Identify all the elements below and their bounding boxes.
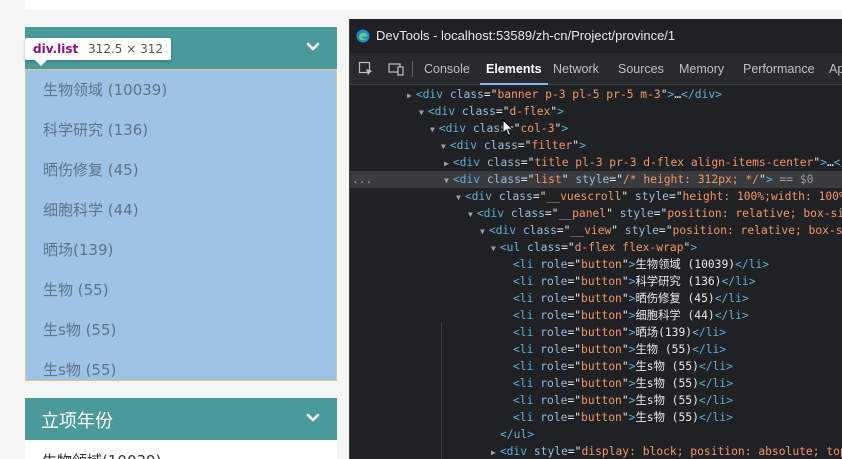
dom-node-markup: ▼ <div class="__vuescroll" style="height:… <box>456 190 842 203</box>
inspect-element-icon[interactable] <box>358 61 374 77</box>
collapse-triangle-icon[interactable]: ▼ <box>491 244 496 253</box>
dom-node[interactable]: ▼ <div class="d-flex"> <box>350 103 842 120</box>
dom-node-markup: </ul> <box>500 428 535 441</box>
dom-node[interactable]: ▼ <div class="__panel" style="position: r… <box>350 205 842 222</box>
dom-node[interactable]: <li role="button">生物 (55)</li> <box>350 341 842 358</box>
year-panel-title: 立项年份 <box>41 411 113 432</box>
list-item[interactable]: 生物领域(10039) <box>42 450 161 459</box>
dom-node-markup: <li role="button">生物 (55)</li> <box>513 343 727 356</box>
dom-node[interactable]: ▼ <ul class="d-flex flex-wrap"> <box>350 239 842 256</box>
edge-logo-icon <box>356 29 370 43</box>
dom-node[interactable]: <li role="button">生s物 (55)</li> <box>350 392 842 409</box>
dom-node-markup: <li role="button">晒场(139)</li> <box>513 326 727 339</box>
dom-node-markup: ▶ <div class="banner p-3 pl-5 pr-5 m-3">…… <box>407 88 722 101</box>
dom-node[interactable]: ▶ <div style="display: block; position: a… <box>350 443 842 459</box>
collapse-triangle-icon[interactable]: ▼ <box>441 142 446 151</box>
collapse-triangle-icon[interactable]: ▼ <box>468 210 473 219</box>
dom-node[interactable]: </ul> <box>350 426 842 443</box>
expand-triangle-icon[interactable]: ▶ <box>444 159 449 168</box>
tab-memory[interactable]: Memory <box>679 53 724 85</box>
tab-network[interactable]: Network <box>553 53 599 85</box>
dom-node-markup: ▼ <div class="d-flex"> <box>419 105 564 118</box>
devtools-window: DevTools - localhost:53589/zh-cn/Project… <box>349 19 842 459</box>
dom-node[interactable]: <li role="button">生s物 (55)</li> <box>350 375 842 392</box>
dom-node-markup: ▶ <div style="display: block; position: a… <box>491 445 842 458</box>
list-item[interactable]: 生s物 (55) <box>26 350 336 380</box>
mouse-cursor-icon <box>502 119 514 137</box>
year-panel-header[interactable]: 立项年份 <box>25 398 337 440</box>
dom-node-markup: ▼ <div class="filter"> <box>441 139 586 152</box>
collapse-triangle-icon[interactable]: ▼ <box>444 176 449 185</box>
dom-node-markup: ▼ <div class="__panel" style="position: r… <box>468 207 842 220</box>
dom-node-markup: <li role="button">生s物 (55)</li> <box>513 360 733 373</box>
filter-list: 生物领域 (10039) 科学研究 (136) 晒伤修复 (45) 细胞科学 (… <box>25 69 337 381</box>
device-toolbar-icon[interactable] <box>388 61 404 77</box>
expand-triangle-icon[interactable]: ▶ <box>407 91 412 100</box>
tooltip-selector: div.list <box>33 42 79 56</box>
dom-node-markup: <li role="button">生物领域 (10039)</li> <box>513 258 770 271</box>
expand-triangle-icon[interactable]: ▶ <box>491 448 496 457</box>
chevron-down-icon[interactable] <box>303 408 323 428</box>
dom-node[interactable]: ▶ <div class="banner p-3 pl-5 pr-5 m-3">…… <box>350 86 842 103</box>
dom-node-selected[interactable]: ... ▼ <div class="list" style="/* height: … <box>350 171 842 188</box>
dom-node[interactable]: ▶ <div class="title pl-3 pr-3 d-flex alig… <box>350 154 842 171</box>
dom-node[interactable]: ▼ <div class="col-3"> <box>350 120 842 137</box>
elements-tree[interactable]: ▶ <div class="banner p-3 pl-5 pr-5 m-3">…… <box>350 86 842 459</box>
tab-application[interactable]: Ap <box>829 53 842 85</box>
dom-node-markup: ▼ <div class="col-3"> <box>430 122 569 135</box>
dom-node-markup: ▶ <div class="title pl-3 pr-3 d-flex alig… <box>444 156 842 169</box>
tab-separator <box>412 61 413 77</box>
list-item[interactable]: 晒伤修复 (45) <box>26 150 336 190</box>
list-item[interactable]: 晒场(139) <box>26 230 336 270</box>
list-item[interactable]: 科学研究 (136) <box>26 110 336 150</box>
dom-node[interactable]: <li role="button">晒伤修复 (45)</li> <box>350 290 842 307</box>
tab-elements[interactable]: Elements <box>480 53 548 85</box>
dom-node[interactable]: ▼ <div class="filter"> <box>350 137 842 154</box>
dom-node-markup: <li role="button">科学研究 (136)</li> <box>513 275 756 288</box>
inspect-tooltip: div.list 312.5 × 312 <box>25 38 171 66</box>
page-top-strip <box>25 0 842 10</box>
dom-node[interactable]: <li role="button">细胞科学 (44)</li> <box>350 307 842 324</box>
devtools-tabbar: Console Elements Network Sources Memory … <box>350 53 842 85</box>
node-ellipsis[interactable]: ... <box>352 171 372 188</box>
dom-node-markup: <li role="button">生s物 (55)</li> <box>513 411 733 424</box>
dom-node[interactable]: ▼ <div class="__view" style="position: re… <box>350 222 842 239</box>
dom-node[interactable]: ▼ <div class="__vuescroll" style="height:… <box>350 188 842 205</box>
dom-node[interactable]: <li role="button">晒场(139)</li> <box>350 324 842 341</box>
dom-node-markup: ▼ <ul class="d-flex flex-wrap"> <box>491 241 698 254</box>
dom-node[interactable]: <li role="button">生物领域 (10039)</li> <box>350 256 842 273</box>
dom-node[interactable]: <li role="button">生s物 (55)</li> <box>350 358 842 375</box>
collapse-triangle-icon[interactable]: ▼ <box>419 108 424 117</box>
tab-sources[interactable]: Sources <box>618 53 664 85</box>
dom-node-markup: <li role="button">生s物 (55)</li> <box>513 377 733 390</box>
devtools-titlebar: DevTools - localhost:53589/zh-cn/Project… <box>350 19 842 53</box>
dom-node[interactable]: <li role="button">科学研究 (136)</li> <box>350 273 842 290</box>
collapse-triangle-icon[interactable]: ▼ <box>456 193 461 202</box>
year-list: 生物领域(10039) <box>25 440 337 459</box>
list-item[interactable]: 生物领域 (10039) <box>26 70 336 110</box>
tooltip-dimensions: 312.5 × 312 <box>88 42 163 56</box>
list-item[interactable]: 生s物 (55) <box>26 310 336 350</box>
dom-node-markup: <li role="button">生s物 (55)</li> <box>513 394 733 407</box>
tab-console[interactable]: Console <box>424 53 470 85</box>
dom-node-markup: ▼ <div class="list" style="/* height: 312… <box>444 173 814 186</box>
dom-node-markup: ▼ <div class="__view" style="position: re… <box>480 224 842 237</box>
tab-performance[interactable]: Performance <box>743 53 815 85</box>
list-item[interactable]: 细胞科学 (44) <box>26 190 336 230</box>
devtools-title: DevTools - localhost:53589/zh-cn/Project… <box>376 28 676 43</box>
dom-node-markup: <li role="button">晒伤修复 (45)</li> <box>513 292 749 305</box>
chevron-down-icon[interactable] <box>303 37 323 57</box>
dom-node-markup: <li role="button">细胞科学 (44)</li> <box>513 309 749 322</box>
list-item[interactable]: 生物 (55) <box>26 270 336 310</box>
dom-node[interactable]: <li role="button">生s物 (55)</li> <box>350 409 842 426</box>
collapse-triangle-icon[interactable]: ▼ <box>430 125 435 134</box>
collapse-triangle-icon[interactable]: ▼ <box>480 227 485 236</box>
